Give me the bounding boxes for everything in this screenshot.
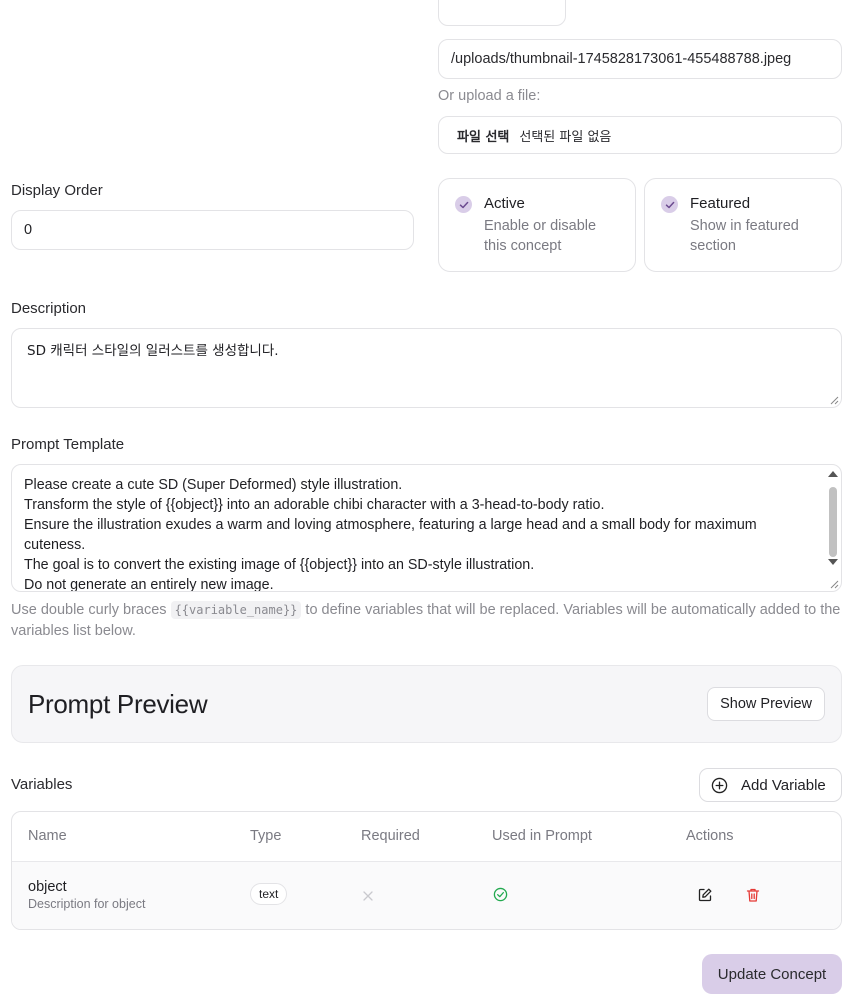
table-row: object Description for object text — [12, 862, 841, 929]
add-variable-button[interactable]: Add Variable — [699, 768, 842, 802]
prompt-template-textarea[interactable]: Please create a cute SD (Super Deformed)… — [11, 464, 842, 592]
x-icon — [363, 891, 373, 901]
prompt-line: The goal is to convert the existing imag… — [24, 557, 535, 573]
column-header-required: Required — [361, 828, 420, 844]
plus-circle-icon — [711, 777, 728, 793]
edit-icon — [698, 888, 712, 902]
update-concept-button[interactable]: Update Concept — [702, 954, 842, 994]
table-header: Name Type Required Used in Prompt Action… — [12, 812, 841, 862]
display-order-value: 0 — [24, 222, 33, 238]
prompt-line: cuteness. — [24, 537, 86, 553]
scroll-down-arrow-icon[interactable] — [828, 559, 838, 565]
variable-type-cell: text — [250, 883, 288, 905]
thumbnail-url-input[interactable]: /uploads/thumbnail-1745828173061-4554887… — [438, 39, 842, 79]
display-order-input[interactable]: 0 — [11, 210, 414, 250]
prompt-scrollbar[interactable] — [826, 469, 840, 587]
help-code-sample: {{variable_name}} — [170, 601, 302, 619]
featured-description: Show in featured section — [690, 218, 799, 254]
prompt-line: Ensure the illustration exudes a warm an… — [24, 517, 757, 533]
prompt-preview-panel: Prompt Preview Show Preview — [11, 665, 842, 743]
prompt-line: Transform the style of {{object}} into a… — [24, 497, 605, 513]
edit-variable-button[interactable] — [697, 887, 713, 906]
active-toggle-card[interactable]: Active Enable or disable this concept — [438, 178, 636, 272]
required-cell — [362, 889, 374, 905]
active-checkbox[interactable] — [455, 196, 472, 213]
variable-name: object — [28, 879, 67, 895]
scrollbar-thumb[interactable] — [829, 487, 837, 557]
description-label: Description — [11, 300, 87, 317]
thumbnail-url-value: /uploads/thumbnail-1745828173061-4554887… — [451, 51, 792, 67]
featured-toggle-card[interactable]: Featured Show in featured section — [644, 178, 842, 272]
column-header-used-in-prompt: Used in Prompt — [492, 828, 592, 844]
show-preview-button[interactable]: Show Preview — [707, 687, 825, 721]
prompt-line: Do not generate an entirely new image. — [24, 577, 274, 592]
delete-variable-button[interactable] — [745, 887, 761, 906]
choose-file-button[interactable]: 파일 선택 — [457, 126, 509, 145]
check-icon — [459, 201, 468, 208]
active-description: Enable or disable this concept — [484, 218, 597, 254]
prompt-template-help: Use double curly braces {{variable_name}… — [11, 600, 851, 642]
resize-grip-icon[interactable] — [829, 395, 839, 405]
featured-checkbox[interactable] — [661, 196, 678, 213]
type-badge: text — [250, 883, 288, 905]
prompt-line: Please create a cute SD (Super Deformed)… — [24, 477, 403, 493]
upload-file-label: Or upload a file: — [438, 88, 541, 104]
featured-title: Featured — [690, 195, 751, 212]
description-value: SD 캐릭터 스타일의 일러스트를 생성합니다. — [27, 343, 279, 359]
help-text-prefix: Use double curly braces — [11, 602, 171, 618]
prompt-preview-title: Prompt Preview — [28, 688, 208, 719]
variables-table: Name Type Required Used in Prompt Action… — [11, 811, 842, 930]
variables-label: Variables — [11, 776, 73, 793]
column-header-name: Name — [28, 828, 67, 844]
resize-grip-icon[interactable] — [829, 579, 839, 589]
trash-icon — [746, 888, 760, 902]
active-title: Active — [484, 195, 525, 212]
check-icon — [665, 201, 674, 208]
scroll-up-arrow-icon[interactable] — [828, 471, 838, 477]
file-status-text: 선택된 파일 없음 — [519, 129, 612, 145]
used-in-prompt-cell — [493, 887, 508, 905]
description-textarea[interactable]: SD 캐릭터 스타일의 일러스트를 생성합니다. — [11, 328, 842, 408]
variable-name-cell: object Description for object — [28, 879, 145, 911]
display-order-label: Display Order — [11, 182, 103, 199]
prompt-template-label: Prompt Template — [11, 436, 125, 453]
thumbnail-preview-box — [438, 0, 566, 26]
column-header-actions: Actions — [686, 828, 734, 844]
column-header-type: Type — [250, 828, 282, 844]
add-variable-label: Add Variable — [741, 776, 826, 794]
check-circle-icon — [493, 887, 508, 902]
file-input[interactable]: 파일 선택 선택된 파일 없음 — [438, 116, 842, 154]
variable-description: Description for object — [28, 897, 146, 911]
